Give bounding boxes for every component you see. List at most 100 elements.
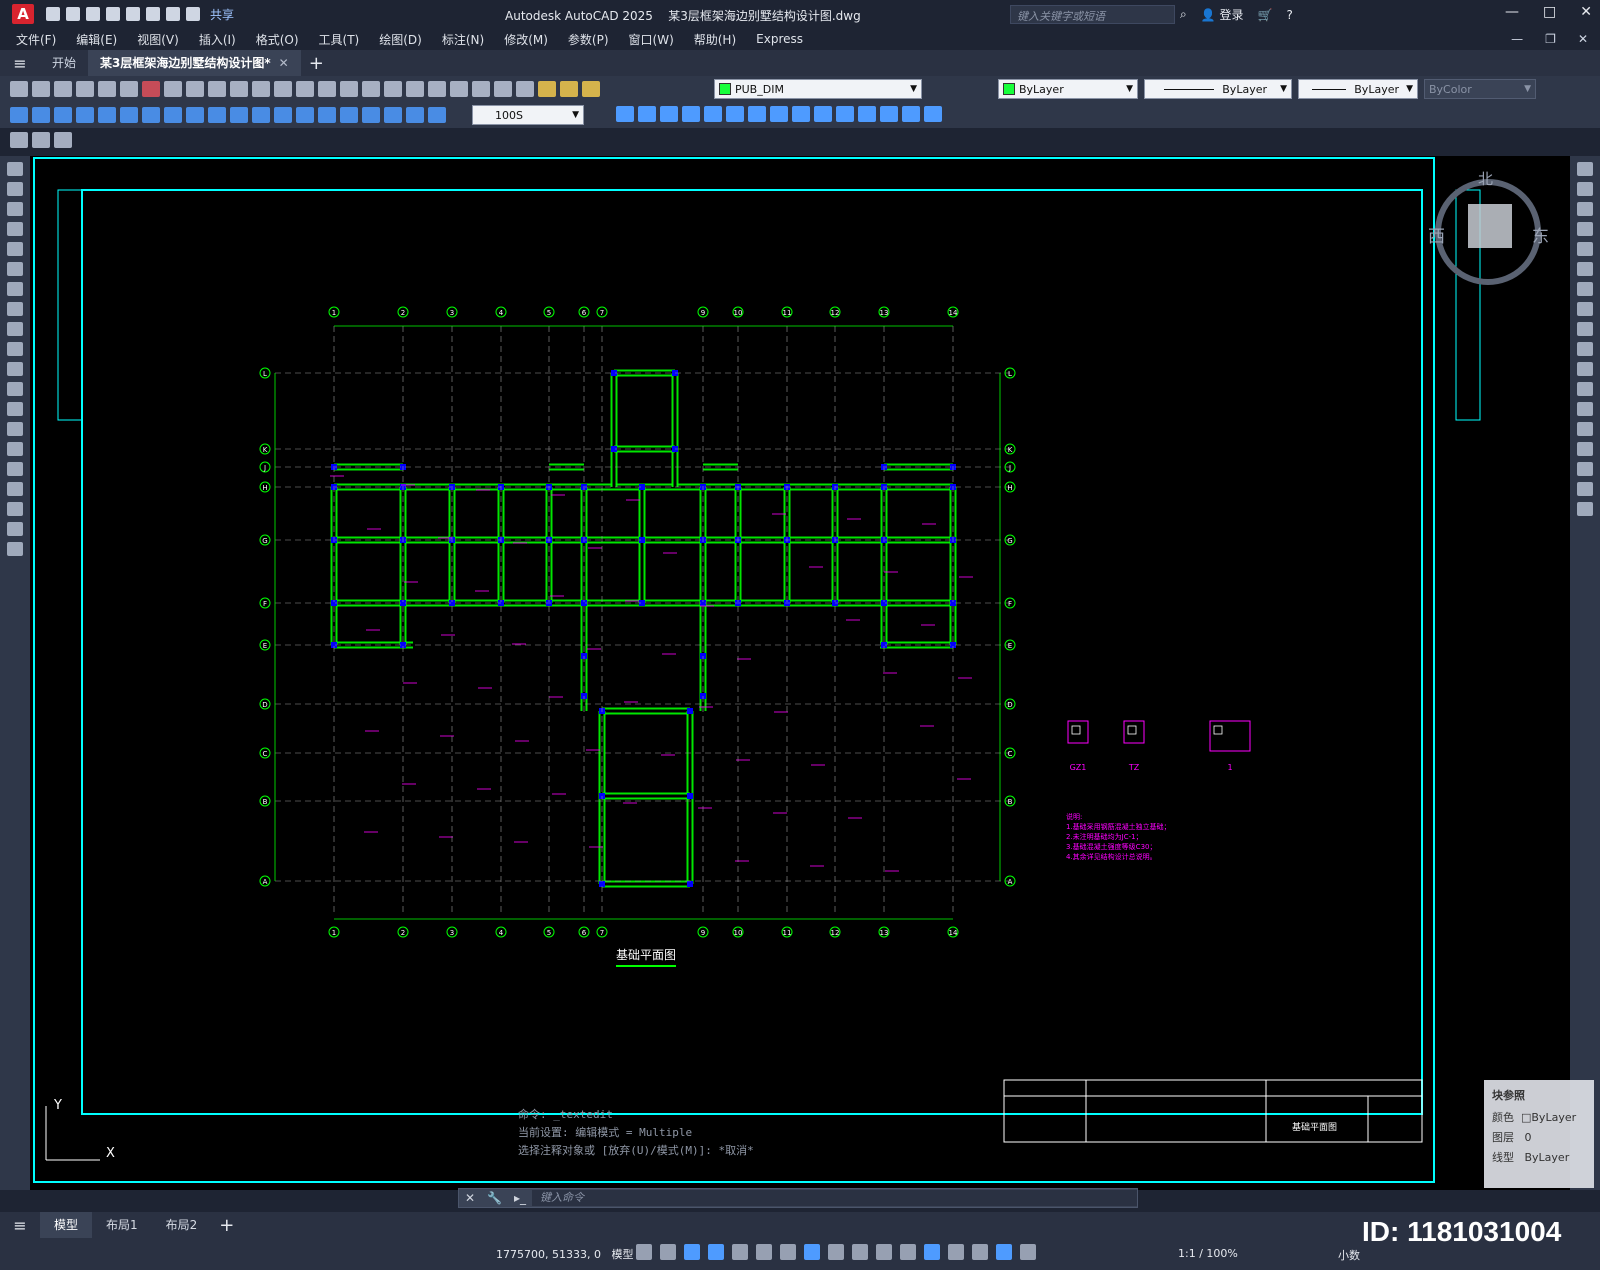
redo-icon[interactable] <box>186 7 200 21</box>
save-icon[interactable] <box>54 81 72 97</box>
radius-icon[interactable] <box>98 107 116 123</box>
break-at-point-icon[interactable] <box>1577 382 1593 396</box>
units-display[interactable]: 小数 <box>1338 1247 1360 1263</box>
hatch-icon[interactable] <box>7 442 23 456</box>
break-icon[interactable] <box>1577 402 1593 416</box>
chamfer-icon[interactable] <box>880 106 898 122</box>
make-block-icon[interactable] <box>32 132 50 148</box>
rectangle-icon[interactable] <box>7 242 23 256</box>
search-input[interactable]: 键入关键字或短语 <box>1010 5 1175 24</box>
fillet-icon[interactable] <box>1577 462 1593 476</box>
move-icon[interactable] <box>1577 262 1593 276</box>
new-tab-icon[interactable]: + <box>309 53 324 74</box>
extend-icon[interactable] <box>1577 362 1593 376</box>
paste-icon[interactable] <box>208 81 226 97</box>
polar-icon[interactable] <box>732 1244 748 1260</box>
ellipse-arc-icon[interactable] <box>7 362 23 376</box>
dimension-edit-icon[interactable] <box>384 107 402 123</box>
array-icon[interactable] <box>1577 242 1593 256</box>
search-icon[interactable]: ⌕ <box>1180 7 1187 22</box>
diameter-icon[interactable] <box>142 107 160 123</box>
scale-icon[interactable] <box>748 106 766 122</box>
offset-icon[interactable] <box>1577 222 1593 236</box>
region-icon[interactable] <box>7 482 23 496</box>
open-file-icon[interactable] <box>66 7 80 21</box>
layer-dropdown[interactable]: PUB_DIM ▼ <box>714 79 922 99</box>
plot-icon[interactable] <box>76 81 94 97</box>
save-icon[interactable] <box>86 7 100 21</box>
auto-scale-icon[interactable] <box>1020 1244 1036 1260</box>
attribute-icon[interactable] <box>54 132 72 148</box>
quick-dimension-icon[interactable] <box>186 107 204 123</box>
insert-block-icon[interactable] <box>10 132 28 148</box>
lineweight-dropdown[interactable]: ByLayer ▼ <box>1298 79 1418 99</box>
selection-filter-icon[interactable] <box>948 1244 964 1260</box>
dimension-text-edit-icon[interactable] <box>406 107 424 123</box>
menu-help[interactable]: 帮助(H) <box>694 31 736 48</box>
command-recent-icon[interactable]: ▸_ <box>514 1191 526 1205</box>
save-as-icon[interactable] <box>106 7 120 21</box>
arc-length-icon[interactable] <box>54 107 72 123</box>
gizmo-icon[interactable] <box>972 1244 988 1260</box>
scale-icon[interactable] <box>1577 302 1593 316</box>
maximize-icon[interactable]: □ <box>1543 4 1556 20</box>
jogged-linear-icon[interactable] <box>362 107 380 123</box>
offset-icon[interactable] <box>660 106 678 122</box>
point-icon[interactable] <box>7 422 23 436</box>
preview-icon[interactable] <box>98 81 116 97</box>
minimize-icon[interactable]: — <box>1505 4 1519 20</box>
center-mark-icon[interactable] <box>318 107 336 123</box>
viewcube-east[interactable]: 东 <box>1532 222 1549 247</box>
open-icon[interactable] <box>32 81 50 97</box>
dimstyle-dropdown[interactable]: 100S ▼ <box>472 105 584 125</box>
cart-icon[interactable]: 🛒 <box>1258 8 1273 22</box>
angular-icon[interactable] <box>164 107 182 123</box>
pdf-icon[interactable] <box>142 81 160 97</box>
explode-icon[interactable] <box>924 106 942 122</box>
lineweight-icon[interactable] <box>828 1244 844 1260</box>
linetype-dropdown[interactable]: ByLayer ▼ <box>1144 79 1292 99</box>
make-block-icon[interactable] <box>7 402 23 416</box>
menu-parametric[interactable]: 参数(P) <box>568 31 609 48</box>
cut-icon[interactable] <box>164 81 182 97</box>
menu-insert[interactable]: 插入(I) <box>199 31 236 48</box>
drawing-canvas[interactable]: 1 1 2 2 3 3 4 4 5 5 6 6 7 7 9 9 10 10 11 11 12 12 13 13 14 14 L L K K… <box>30 156 1570 1190</box>
revision-cloud-icon[interactable] <box>7 302 23 316</box>
menu-express[interactable]: Express <box>756 32 803 46</box>
design-center-icon[interactable] <box>406 81 424 97</box>
command-customize-icon[interactable]: 🔧 <box>487 1191 502 1205</box>
tolerance-icon[interactable] <box>296 107 314 123</box>
properties-icon[interactable] <box>384 81 402 97</box>
doc-minimize-icon[interactable]: — <box>1511 32 1523 46</box>
gradient-icon[interactable] <box>7 462 23 476</box>
join-icon[interactable] <box>1577 422 1593 436</box>
tab-document[interactable]: 某3层框架海边别墅结构设计图* ✕ <box>88 50 301 76</box>
menu-window[interactable]: 窗口(W) <box>629 31 674 48</box>
layer-state-icon[interactable] <box>538 81 556 97</box>
markup-icon[interactable] <box>450 81 468 97</box>
ordinate-icon[interactable] <box>76 107 94 123</box>
line-icon[interactable] <box>7 162 23 176</box>
polygon-icon[interactable] <box>7 222 23 236</box>
mirror-icon[interactable] <box>1577 202 1593 216</box>
insert-block-icon[interactable] <box>7 382 23 396</box>
snap-icon[interactable] <box>660 1244 676 1260</box>
inspection-icon[interactable] <box>340 107 358 123</box>
join-icon[interactable] <box>858 106 876 122</box>
transparency-icon[interactable] <box>852 1244 868 1260</box>
ortho-icon[interactable] <box>684 1244 700 1260</box>
array-icon[interactable] <box>682 106 700 122</box>
doc-restore-icon[interactable]: ❐ <box>1545 32 1556 46</box>
arc-icon[interactable] <box>7 262 23 276</box>
close-icon[interactable]: ✕ <box>1580 4 1592 20</box>
isodraft-icon[interactable] <box>756 1244 772 1260</box>
viewcube[interactable] <box>1428 172 1548 292</box>
command-close-icon[interactable]: ✕ <box>465 1191 475 1205</box>
aligned-dimension-icon[interactable] <box>32 107 50 123</box>
table-icon[interactable] <box>7 502 23 516</box>
redo-icon[interactable] <box>274 81 292 97</box>
undo-icon[interactable] <box>166 7 180 21</box>
autocad-logo-icon[interactable]: A <box>12 4 34 24</box>
tool-palette-icon[interactable] <box>428 81 446 97</box>
circle-icon[interactable] <box>7 282 23 296</box>
